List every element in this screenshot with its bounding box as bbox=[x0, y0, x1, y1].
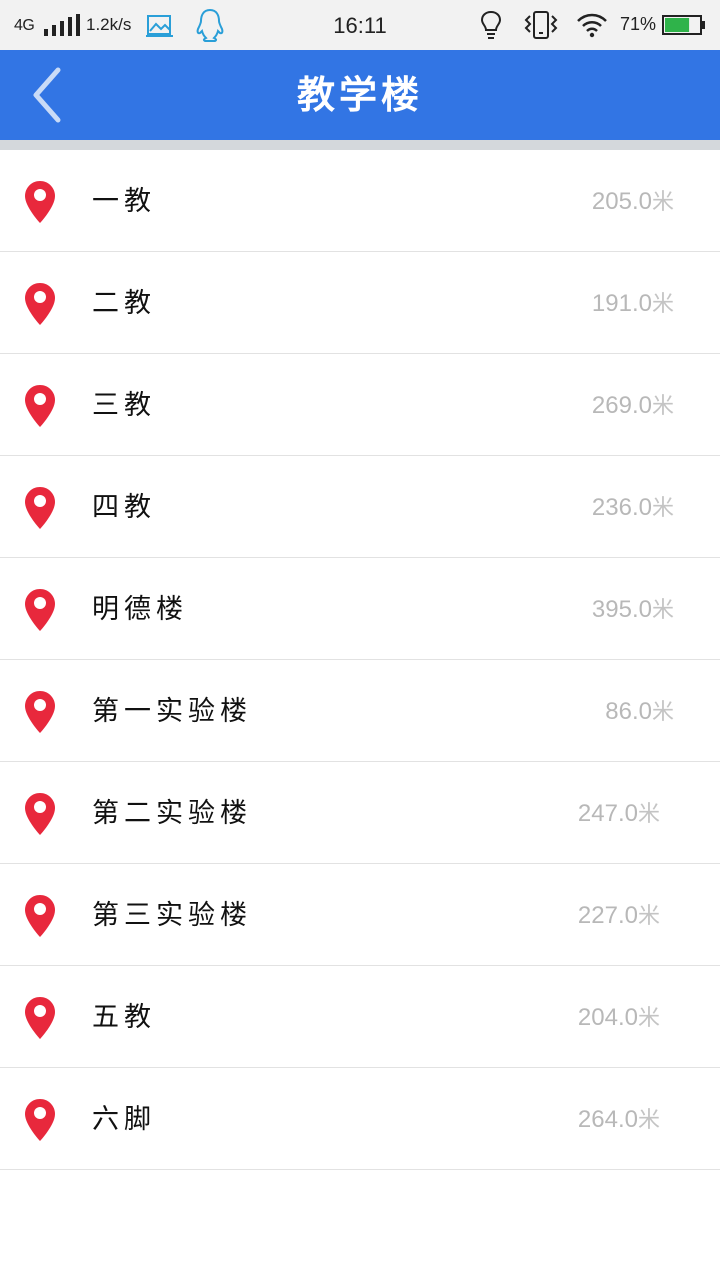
building-name: 四教 bbox=[92, 492, 156, 523]
distance-unit: 米 bbox=[637, 1108, 660, 1133]
list-item[interactable]: 五教 204.0米 bbox=[0, 966, 720, 1068]
bulb-icon bbox=[480, 10, 502, 39]
battery-percent: 71% bbox=[620, 14, 657, 34]
list-item[interactable]: 六脚 264.0米 bbox=[0, 1068, 720, 1170]
app-header: 教学楼 bbox=[0, 50, 720, 140]
building-name: 二教 bbox=[92, 288, 156, 319]
distance-value: 204.0 bbox=[577, 1004, 638, 1031]
building-distance: 247.0米 bbox=[578, 762, 660, 863]
wifi-icon bbox=[577, 13, 607, 38]
building-name: 六脚 bbox=[92, 1104, 156, 1135]
location-pin-icon bbox=[25, 1099, 55, 1141]
back-button[interactable] bbox=[22, 64, 76, 126]
distance-value: 395.0 bbox=[591, 596, 652, 623]
location-pin-icon bbox=[25, 895, 55, 937]
building-name: 三教 bbox=[92, 390, 156, 421]
distance-unit: 米 bbox=[651, 598, 674, 623]
building-name: 第三实验楼 bbox=[92, 900, 252, 931]
page-title: 教学楼 bbox=[296, 72, 423, 117]
building-name: 第二实验楼 bbox=[92, 798, 252, 829]
distance-unit: 米 bbox=[637, 802, 660, 827]
list-item[interactable]: 四教 236.0米 bbox=[0, 456, 720, 558]
location-pin-icon bbox=[25, 793, 55, 835]
building-list: 一教 205.0米 二教 191.0米 三教 269.0米 四教 236.0米 … bbox=[0, 150, 720, 1170]
building-distance: 269.0米 bbox=[592, 354, 674, 455]
distance-value: 247.0 bbox=[577, 800, 638, 827]
building-distance: 236.0米 bbox=[592, 456, 674, 557]
distance-unit: 米 bbox=[651, 394, 674, 419]
chevron-left-icon bbox=[33, 67, 61, 123]
distance-unit: 米 bbox=[637, 904, 660, 929]
distance-value: 236.0 bbox=[591, 494, 652, 521]
distance-value: 264.0 bbox=[577, 1106, 638, 1133]
location-pin-icon bbox=[25, 283, 55, 325]
building-distance: 205.0米 bbox=[592, 150, 674, 251]
building-distance: 204.0米 bbox=[578, 966, 660, 1067]
list-item[interactable]: 一教 205.0米 bbox=[0, 150, 720, 252]
location-pin-icon bbox=[25, 589, 55, 631]
building-distance: 227.0米 bbox=[578, 864, 660, 965]
location-pin-icon bbox=[25, 997, 55, 1039]
list-item[interactable]: 第三实验楼 227.0米 bbox=[0, 864, 720, 966]
location-pin-icon bbox=[25, 487, 55, 529]
building-distance: 86.0米 bbox=[605, 660, 674, 761]
distance-value: 191.0 bbox=[591, 290, 652, 317]
battery-icon bbox=[662, 15, 705, 35]
location-pin-icon bbox=[25, 691, 55, 733]
distance-value: 227.0 bbox=[577, 902, 638, 929]
building-name: 一教 bbox=[92, 186, 156, 217]
building-name: 五教 bbox=[92, 1002, 156, 1033]
distance-value: 86.0 bbox=[605, 698, 652, 725]
building-name: 第一实验楼 bbox=[92, 696, 252, 727]
list-item[interactable]: 第二实验楼 247.0米 bbox=[0, 762, 720, 864]
distance-unit: 米 bbox=[651, 700, 674, 725]
distance-value: 205.0 bbox=[591, 188, 652, 215]
building-name: 明德楼 bbox=[92, 594, 188, 625]
building-distance: 395.0米 bbox=[592, 558, 674, 659]
distance-unit: 米 bbox=[637, 1006, 660, 1031]
distance-value: 269.0 bbox=[591, 392, 652, 419]
building-distance: 264.0米 bbox=[578, 1068, 660, 1169]
vibrate-icon bbox=[524, 11, 558, 39]
list-item[interactable]: 第一实验楼 86.0米 bbox=[0, 660, 720, 762]
distance-unit: 米 bbox=[651, 496, 674, 521]
status-bar: 4G 1.2k/s 16:11 71% bbox=[0, 0, 720, 50]
header-divider bbox=[0, 140, 720, 150]
location-pin-icon bbox=[25, 181, 55, 223]
clock: 16:11 bbox=[333, 13, 387, 38]
list-item[interactable]: 二教 191.0米 bbox=[0, 252, 720, 354]
distance-unit: 米 bbox=[651, 292, 674, 317]
location-pin-icon bbox=[25, 385, 55, 427]
list-item[interactable]: 明德楼 395.0米 bbox=[0, 558, 720, 660]
building-distance: 191.0米 bbox=[592, 252, 674, 353]
distance-unit: 米 bbox=[651, 190, 674, 215]
list-item[interactable]: 三教 269.0米 bbox=[0, 354, 720, 456]
